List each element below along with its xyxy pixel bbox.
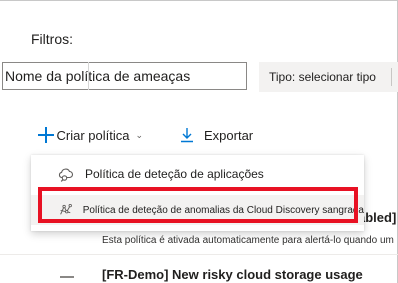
policy-row-description: Esta política é ativada automaticamente … xyxy=(102,235,394,246)
policy-row[interactable]: [FR-Demo] New risky cloud storage usage xyxy=(0,256,398,283)
type-filter-label: Tipo: selecionar tipo xyxy=(269,70,376,84)
policy-row-icon xyxy=(60,276,74,282)
type-filter-separator xyxy=(391,68,392,86)
export-button[interactable]: Exportar xyxy=(180,124,253,146)
toolbar: Criar política ⌄ Exportar xyxy=(0,118,398,152)
create-policy-label: Criar política xyxy=(56,127,130,143)
policy-row-title: [FR-Demo] New risky cloud storage usage xyxy=(102,267,363,282)
export-label: Exportar xyxy=(204,127,254,143)
type-filter-dropdown[interactable]: Tipo: selecionar tipo xyxy=(259,62,398,92)
download-icon xyxy=(181,128,193,143)
plus-icon xyxy=(38,127,55,143)
create-policy-button[interactable]: Criar política ⌄ xyxy=(38,124,143,146)
cloud-search-icon xyxy=(58,168,73,182)
menu-item-anomaly-detection-policy[interactable]: Política de deteção de anomalias da Clou… xyxy=(31,195,364,225)
anomaly-icon xyxy=(60,203,72,215)
menu-item-app-discovery-policy[interactable]: Política de deteção de aplicações xyxy=(31,163,364,185)
menu-item-label: Política de deteção de aplicações xyxy=(85,167,264,181)
search-input-value: Nome da política de ameaças xyxy=(5,68,191,84)
input-divider xyxy=(88,62,89,90)
filters-label: Filtros: xyxy=(31,31,73,47)
menu-item-label: Política de deteção de anomalias da Clou… xyxy=(82,204,364,216)
chevron-down-icon: ⌄ xyxy=(135,129,143,140)
create-policy-menu: Política de deteção de aplicações Políti… xyxy=(31,155,364,231)
threat-policy-name-input[interactable]: Nome da política de ameaças xyxy=(2,62,247,90)
